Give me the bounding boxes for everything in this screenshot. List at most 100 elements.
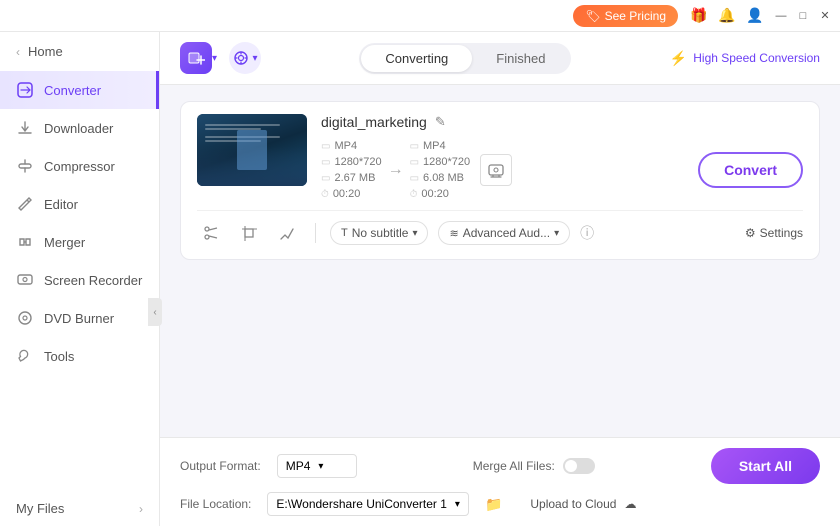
sidebar-item-merger[interactable]: Merger [0, 223, 159, 261]
see-pricing-label: See Pricing [605, 9, 666, 23]
merge-toggle-switch[interactable] [563, 458, 595, 474]
target-size-row: ▭ 6.08 MB [410, 172, 471, 184]
subtitle-chevron: ▾ [412, 228, 417, 239]
source-size: 2.67 MB [334, 172, 375, 184]
info-icon[interactable]: ⓘ [580, 223, 594, 243]
output-settings-button[interactable]: ▾ [229, 42, 261, 74]
subtitle-dropdown[interactable]: T No subtitle ▾ [330, 221, 428, 245]
lightning-icon: ⚡ [670, 50, 687, 67]
screen-recorder-icon [16, 271, 34, 289]
downloader-icon [16, 119, 34, 137]
dvd-burner-label: DVD Burner [44, 311, 114, 326]
see-pricing-button[interactable]: 🏷 See Pricing [573, 5, 678, 27]
bottom-row-1: Output Format: MP4 ▾ Merge All Files: St… [180, 448, 820, 484]
audio-label: Advanced Aud... [463, 226, 550, 240]
bottom-rows: Output Format: MP4 ▾ Merge All Files: St… [180, 448, 820, 516]
source-size-icon: ▭ [321, 173, 330, 184]
device-save-icon[interactable] [480, 154, 512, 186]
source-resolution: 1280*720 [334, 156, 381, 168]
output-format-value: MP4 [286, 459, 311, 473]
sidebar-item-home[interactable]: ‹ Home [0, 32, 159, 71]
settings-link[interactable]: ⚙ Settings [745, 226, 803, 240]
target-res-icon: ▭ [410, 157, 419, 168]
sidebar-collapse-button[interactable]: ‹ [148, 298, 162, 326]
toggle-knob [565, 460, 577, 472]
add-file-icon [180, 42, 212, 74]
user-account-icon[interactable]: 👤 [746, 7, 764, 25]
target-format-icon: ▭ [410, 141, 419, 152]
my-files-item[interactable]: My Files › [0, 491, 159, 526]
merger-icon [16, 233, 34, 251]
tag-icon: 🏷 [585, 9, 600, 23]
folder-icon[interactable]: 📁 [485, 496, 502, 513]
bottom-row-2: File Location: E:\Wondershare UniConvert… [180, 492, 820, 516]
file-name-row: digital_marketing ✎ [321, 114, 803, 130]
source-duration-row: ⏱ 00:20 [321, 188, 382, 200]
location-chevron: ▾ [455, 499, 460, 510]
source-format-icon: ▭ [321, 141, 330, 152]
file-card: digital_marketing ✎ ▭ MP4 [180, 101, 820, 260]
sidebar-item-converter[interactable]: Converter [0, 71, 159, 109]
settings-label: Settings [760, 226, 803, 240]
merger-label: Merger [44, 235, 85, 250]
sidebar-item-editor[interactable]: Editor [0, 185, 159, 223]
converter-label: Converter [44, 83, 101, 98]
source-clock-icon: ⏱ [321, 189, 329, 200]
high-speed-label: High Speed Conversion [693, 51, 820, 65]
convert-button[interactable]: Convert [698, 152, 803, 188]
editor-label: Editor [44, 197, 78, 212]
target-clock-icon: ⏱ [410, 189, 418, 200]
output-format-select[interactable]: MP4 ▾ [277, 454, 357, 478]
main-layout: ‹ Home Converter Downloader [0, 32, 840, 526]
source-res-icon: ▭ [321, 157, 330, 168]
tab-converting[interactable]: Converting [361, 45, 472, 72]
target-duration: 00:20 [421, 188, 449, 200]
close-button[interactable]: ✕ [818, 9, 832, 23]
target-resolution-row: ▭ 1280*720 [410, 156, 471, 168]
dvd-burner-icon [16, 309, 34, 327]
sidebar-item-compressor[interactable]: Compressor [0, 147, 159, 185]
file-info: digital_marketing ✎ ▭ MP4 [321, 114, 803, 200]
sidebar-item-downloader[interactable]: Downloader [0, 109, 159, 147]
gift-icon[interactable]: 🎁 [690, 7, 708, 25]
start-all-button[interactable]: Start All [711, 448, 820, 484]
file-location-select[interactable]: E:\Wondershare UniConverter 1 ▾ [267, 492, 469, 516]
crop-tool-button[interactable] [235, 219, 263, 247]
source-resolution-row: ▭ 1280*720 [321, 156, 382, 168]
compressor-icon [16, 157, 34, 175]
chevron-left-icon: ‹ [16, 45, 20, 59]
content-area: ▾ ▾ Converting Finished ⚡ High Speed Con [160, 32, 840, 526]
cloud-icon: ☁ [624, 497, 636, 511]
format-chevron: ▾ [318, 461, 323, 472]
tab-group: Converting Finished [359, 43, 571, 74]
file-location-value: E:\Wondershare UniConverter 1 [276, 497, 447, 511]
target-format: MP4 [423, 140, 446, 152]
sidebar-item-tools[interactable]: Tools [0, 337, 159, 375]
gear-icon: ⚙ [745, 226, 756, 240]
upload-to-cloud-section[interactable]: Upload to Cloud ☁ [530, 497, 636, 511]
notification-icon[interactable]: 🔔 [718, 7, 736, 25]
thumbnail-content [197, 114, 307, 186]
target-resolution: 1280*720 [423, 156, 470, 168]
sidebar-item-screen-recorder[interactable]: Screen Recorder [0, 261, 159, 299]
file-edit-icon[interactable]: ✎ [435, 114, 446, 130]
effect-tool-button[interactable] [273, 219, 301, 247]
settings-chevron: ▾ [253, 53, 258, 64]
audio-dropdown[interactable]: ≋ Advanced Aud... ▾ [438, 221, 570, 245]
target-size: 6.08 MB [423, 172, 464, 184]
source-size-row: ▭ 2.67 MB [321, 172, 382, 184]
audio-wave-icon: ≋ [449, 227, 458, 240]
source-meta: ▭ MP4 ▭ 1280*720 ▭ 2.67 MB [321, 140, 382, 200]
editor-icon [16, 195, 34, 213]
maximize-button[interactable]: □ [796, 9, 810, 23]
cut-tool-button[interactable] [197, 219, 225, 247]
tab-finished[interactable]: Finished [472, 45, 569, 72]
tools-icon [16, 347, 34, 365]
merge-all-files-label: Merge All Files: [473, 459, 555, 473]
sidebar-item-dvd-burner[interactable]: DVD Burner [0, 299, 159, 337]
file-location-label: File Location: [180, 497, 251, 511]
minimize-button[interactable]: — [774, 9, 788, 23]
source-format: MP4 [334, 140, 357, 152]
home-label: Home [28, 44, 63, 59]
add-file-button[interactable]: ▾ [180, 42, 217, 74]
